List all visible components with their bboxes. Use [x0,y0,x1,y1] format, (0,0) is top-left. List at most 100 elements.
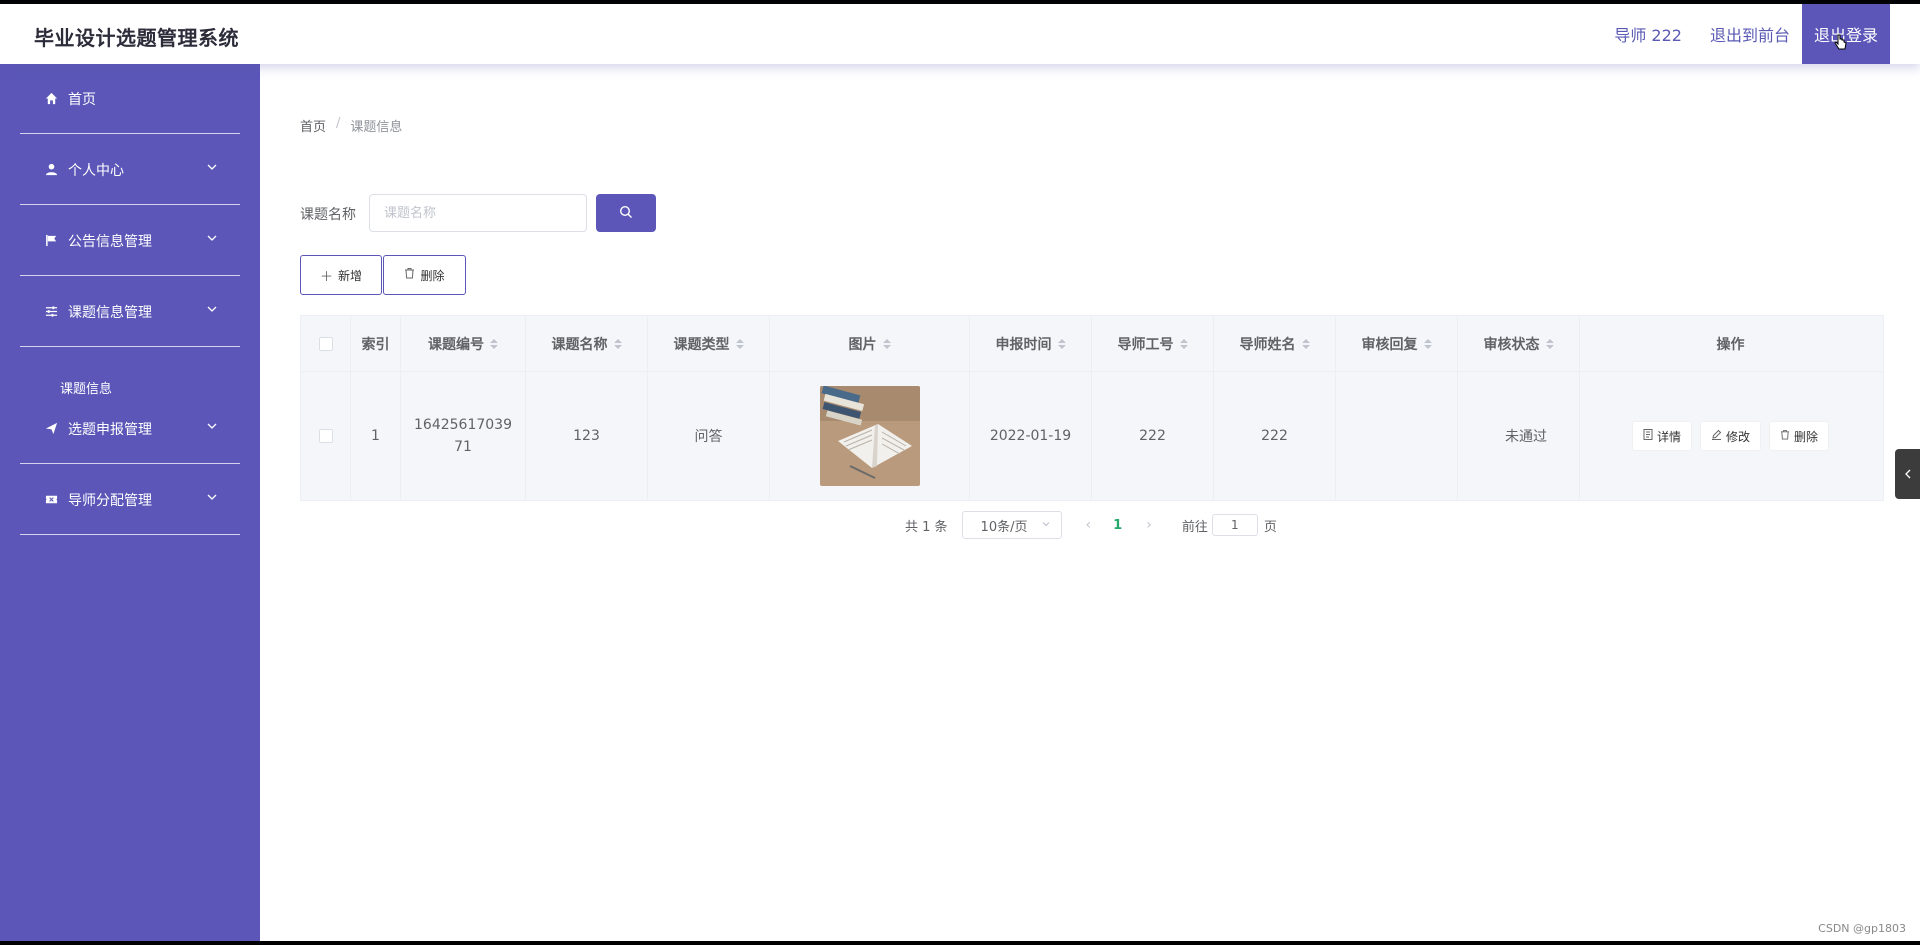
prev-page-button[interactable]: ‹ [1086,517,1092,533]
sliders-icon [44,305,58,319]
logout-button[interactable]: 退出登录 [1801,4,1890,64]
breadcrumb-current: 课题信息 [350,120,403,135]
sort-icon[interactable] [1545,338,1554,349]
sidebar-item-label: 公告信息管理 [68,233,152,250]
sidebar-item-selection-application[interactable]: 选题申报管理 [20,394,240,464]
add-button[interactable]: ＋ 新增 [300,255,382,295]
col-teacher-id-label: 导师工号 [1117,336,1174,353]
sort-icon[interactable] [490,338,498,349]
sidebar-item-label: 首页 [68,91,96,108]
chevron-left-icon [1903,465,1913,484]
cell-type: 问答 [648,372,770,500]
sidebar-item-label: 个人中心 [68,162,124,179]
detail-button[interactable]: 详情 [1631,421,1692,451]
mouse-cursor-icon [1834,34,1848,57]
current-user: 导师 222 [1614,26,1682,45]
sidebar-item-personal-center[interactable]: 个人中心 [20,135,240,205]
exit-to-frontend-link[interactable]: 退出到前台 [1710,22,1790,46]
page-number-current[interactable]: 1 [1113,518,1122,533]
col-code-label: 课题编号 [428,336,484,353]
next-page-button[interactable]: › [1146,517,1152,533]
col-name[interactable]: 课题名称 [526,316,648,371]
total-count: 共 1 条 [905,519,948,535]
bulk-delete-button[interactable]: 删除 [383,255,466,295]
sort-icon[interactable] [1179,338,1188,349]
col-type-label: 课题类型 [673,336,730,353]
topic-name-search-input[interactable] [369,194,587,232]
col-code[interactable]: 课题编号 [401,316,526,371]
breadcrumb: 首页 / 课题信息 [300,116,402,135]
add-button-label: 新增 [338,268,363,283]
sort-icon[interactable] [613,338,622,349]
breadcrumb-separator: / [336,116,341,131]
chevron-down-icon [206,420,218,432]
search-label: 课题名称 [300,207,356,223]
edit-icon [1711,429,1722,443]
col-index: 索引 [351,316,401,371]
cell-code: 1642561703971 [401,372,526,500]
cell-teacher-name: 222 [1214,372,1336,500]
document-icon [1643,429,1653,443]
col-status[interactable]: 审核状态 [1458,316,1580,371]
sidebar-item-tutor-allocation[interactable]: 导师分配管理 [20,465,240,535]
home-icon [44,92,58,106]
goto-page-input[interactable] [1211,514,1258,536]
page-size-value: 10条/页 [980,519,1028,535]
trash-icon [404,267,415,283]
send-icon [44,422,58,436]
sort-icon[interactable] [1057,338,1066,349]
sort-icon[interactable] [735,338,744,349]
cell-actions: 详情 修改 删除 [1580,372,1881,500]
col-reply[interactable]: 审核回复 [1336,316,1458,371]
chevron-down-icon [206,232,218,244]
select-all-cell [301,316,351,371]
goto-label: 前往 [1181,519,1208,535]
delete-button-label: 删除 [420,268,445,283]
edit-button[interactable]: 修改 [1699,421,1761,451]
main-content: 首页 / 课题信息 课题名称 ＋ 新增 删除 索引 课题编号 [260,64,1920,941]
sort-icon[interactable] [1423,338,1432,349]
header-actions: 导师 222 退出到前台 退出登录 [1614,4,1890,64]
sidebar-item-topic-management[interactable]: 课题信息管理 [20,277,240,347]
col-teacher-id[interactable]: 导师工号 [1092,316,1214,371]
chevron-down-icon [206,161,218,173]
page-size-select[interactable]: 10条/页 [961,511,1062,539]
col-status-label: 审核状态 [1483,336,1540,353]
chevron-down-icon [206,303,218,315]
row-select-cell [301,372,351,500]
col-teacher-name-label: 导师姓名 [1239,336,1296,353]
col-image[interactable]: 图片 [770,316,970,371]
row-checkbox[interactable] [318,429,333,443]
user-icon [44,163,58,177]
sidebar-item-home[interactable]: 首页 [20,64,240,134]
sort-icon[interactable] [1301,338,1310,349]
cell-image [770,372,970,500]
cell-reply [1336,372,1458,500]
cell-date: 2022-01-19 [970,372,1092,500]
topic-thumbnail-image[interactable] [819,386,920,486]
sidebar-item-notice-management[interactable]: 公告信息管理 [20,206,240,276]
select-all-checkbox[interactable] [318,336,333,351]
search-button[interactable] [596,194,656,232]
pagination: 共 1 条 10条/页 ‹ 1 › 前往 页 [905,511,1277,539]
sort-icon[interactable] [882,338,891,349]
screen-frame-bottom [0,941,1920,945]
col-actions-label: 操作 [1716,336,1745,353]
sidebar: 首页 个人中心 公告信息管理 课题信息管理 课题信息 选题申报管理 导师分配管理 [0,64,260,941]
row-delete-button[interactable]: 删除 [1769,421,1830,451]
col-type[interactable]: 课题类型 [648,316,770,371]
sidebar-item-label: 选题申报管理 [68,421,152,438]
table-row: 1 1642561703971 123 问答 2022-01-19 222 22… [301,372,1883,500]
search-icon [619,204,633,223]
sidebar-item-label: 导师分配管理 [68,492,152,509]
ticket-icon [44,493,58,507]
col-date[interactable]: 申报时间 [970,316,1092,371]
watermark: CSDN @gp1803 [1818,922,1906,935]
app-title: 毕业设计选题管理系统 [34,26,239,50]
collapse-panel-toggle[interactable] [1895,449,1920,499]
col-date-label: 申报时间 [995,336,1052,353]
col-index-label: 索引 [361,336,390,353]
table-header: 索引 课题编号 课题名称 课题类型 图片 申报时间 导师工号 导师姓名 审核回复… [301,316,1883,372]
col-teacher-name[interactable]: 导师姓名 [1214,316,1336,371]
breadcrumb-home[interactable]: 首页 [300,116,326,135]
